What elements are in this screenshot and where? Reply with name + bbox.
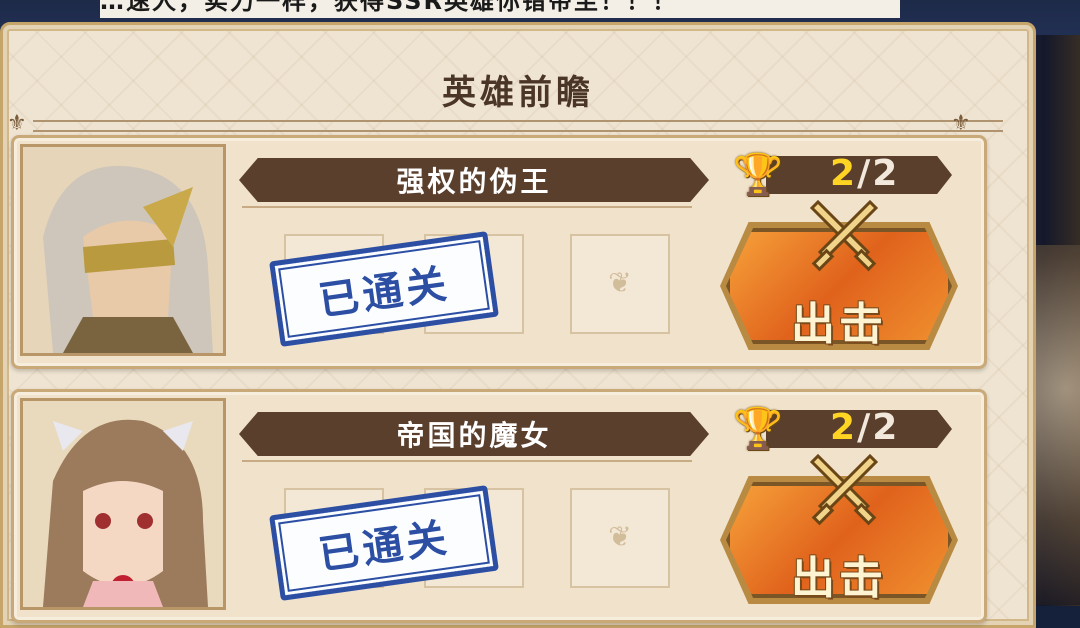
trophy-icon: 🏆: [733, 406, 783, 452]
fleur-right-icon: ⚜: [951, 111, 971, 136]
score-current: 2: [830, 407, 858, 448]
score-total: 2: [872, 153, 900, 194]
score-separator: /: [857, 153, 873, 194]
trophy-icon: 🏆: [733, 152, 783, 198]
score-separator: /: [857, 407, 873, 448]
top-ticker-text: …速人，实力一样，获得SSR英雄你错带至！！！: [100, 0, 900, 18]
masked-king-portrait-icon[interactable]: [20, 144, 226, 356]
crossed-swords-icon: [809, 200, 879, 272]
banner-underline: [242, 460, 692, 462]
reward-slot: [570, 234, 670, 334]
hero-name-banner: 强权的伪王: [239, 158, 709, 202]
hero-name-banner: 帝国的魔女: [239, 412, 709, 456]
fleur-left-icon: ⚜: [7, 111, 27, 136]
reward-slot: [570, 488, 670, 588]
witch-portrait-graphic: [23, 401, 223, 607]
witch-portrait-icon[interactable]: [20, 398, 226, 610]
score-current: 2: [830, 153, 858, 194]
crossed-swords-icon: [809, 454, 879, 526]
masked-king-portrait-graphic: [23, 147, 223, 353]
hero-card: 帝国的魔女 已通关 🏆 2/2 出击: [11, 389, 987, 623]
score-text: 2/2: [830, 153, 899, 194]
trophy-score: 🏆 2/2: [730, 404, 954, 454]
hero-card: 强权的伪王 已通关 🏆 2/2 出击: [11, 135, 987, 369]
trophy-score: 🏆 2/2: [730, 150, 954, 200]
attack-button-label[interactable]: 出击: [726, 288, 952, 352]
score-total: 2: [872, 407, 900, 448]
attack-button-label[interactable]: 出击: [726, 542, 952, 606]
panel-title: 英雄前瞻: [442, 73, 594, 113]
hero-preview-panel: 英雄前瞻 ⚜ ⚜ 强权的伪王 已通关 🏆 2/2: [0, 22, 1036, 628]
banner-underline: [242, 206, 692, 208]
title-divider: [33, 120, 1003, 132]
score-text: 2/2: [830, 407, 899, 448]
